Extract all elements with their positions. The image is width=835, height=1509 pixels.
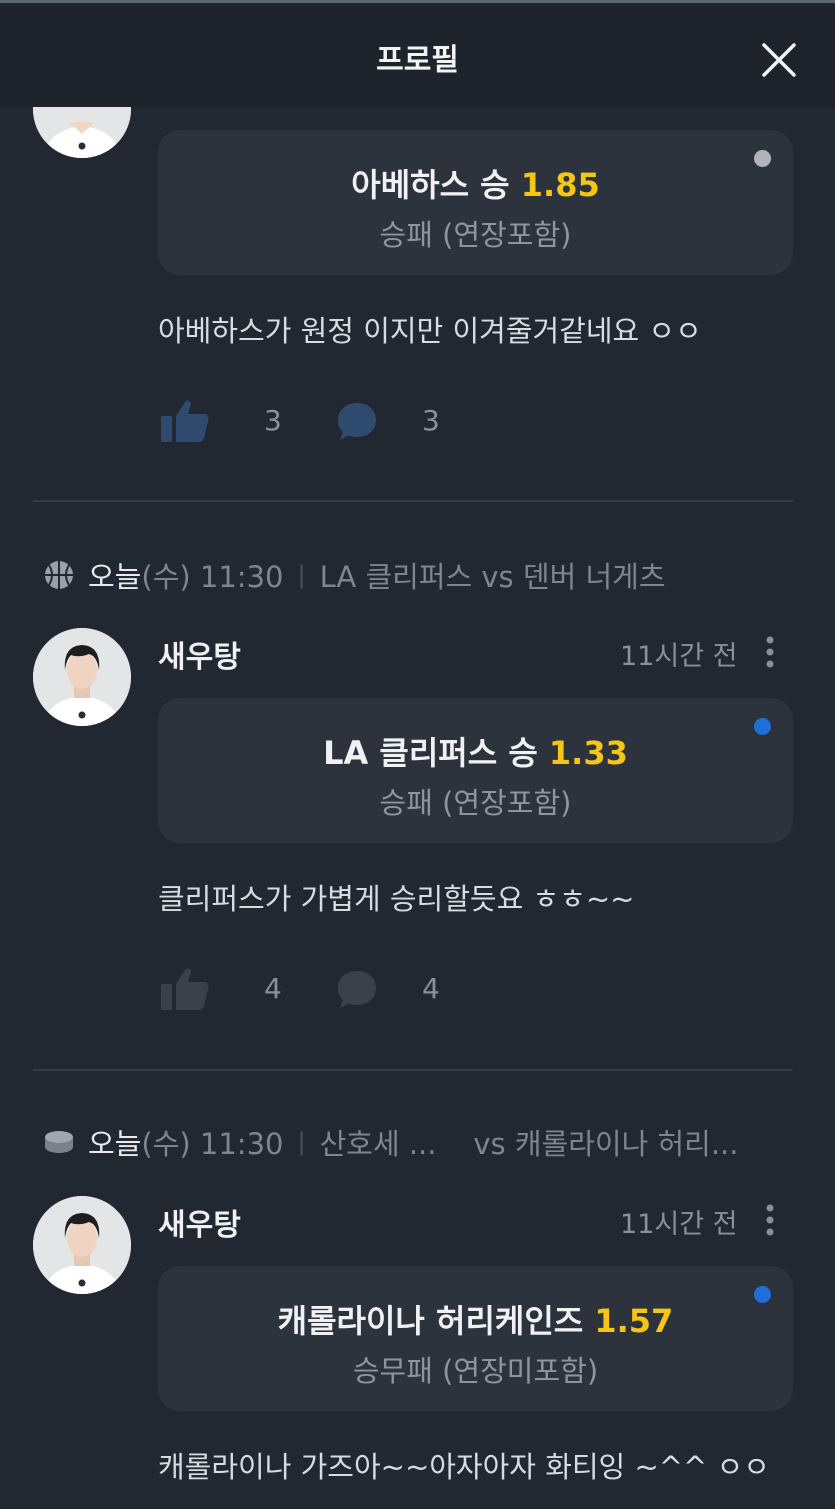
match-teams: 산호세 ... vs 캐롤라이나 허리... [319, 1127, 739, 1161]
bet-odds: 1.57 [594, 1302, 674, 1340]
bet-odds: 1.33 [548, 734, 628, 772]
close-icon[interactable] [760, 41, 798, 79]
bet-market: 승패 (연장포함) [379, 218, 572, 252]
comment-count: 3 [422, 404, 440, 437]
post-comment: 아베하스가 원정 이지만 이겨줄거같네요 ㅇㅇ [158, 314, 702, 348]
more-options-icon[interactable] [765, 1203, 775, 1237]
separator: | [297, 561, 306, 589]
basketball-icon [45, 561, 73, 589]
bet-status-dot [754, 718, 771, 735]
match-teams: LA 클리퍼스 vs 덴버 너게츠 [319, 560, 666, 594]
comment-bubble-icon[interactable] [336, 400, 378, 442]
username[interactable]: 새우탕 [158, 1200, 241, 1244]
match-time: (수) 11:30 [141, 560, 284, 594]
comment-count: 4 [422, 972, 440, 1005]
bet-selection: 아베하스 승 1.85 [351, 166, 600, 204]
profile-feed[interactable]: 아베하스 승 1.85 승패 (연장포함) 아베하스가 원정 이지만 이겨줄거같… [0, 0, 835, 1509]
bet-status-dot [754, 150, 771, 167]
avatar[interactable] [33, 1196, 131, 1294]
bet-odds: 1.85 [520, 166, 600, 204]
post-comment: 캐롤라이나 가즈아~~아자아자 화티잉 ~^^ ㅇㅇ [158, 1450, 770, 1484]
post-time: 11시간 전 [620, 1209, 738, 1240]
username[interactable]: 새우탕 [158, 632, 241, 676]
bet-card[interactable]: 아베하스 승 1.85 승패 (연장포함) [158, 130, 793, 275]
bet-market: 승패 (연장포함) [379, 786, 572, 820]
like-count: 3 [264, 404, 282, 437]
like-count: 4 [264, 972, 282, 1005]
like-icon[interactable] [161, 398, 211, 444]
post-time: 11시간 전 [620, 641, 738, 672]
bet-card[interactable]: LA 클리퍼스 승 1.33 승패 (연장포함) [158, 698, 793, 843]
modal-header: 프로필 [0, 3, 835, 107]
post-comment: 클리퍼스가 가볍게 승리할듯요 ㅎㅎ~~ [158, 882, 635, 916]
bet-selection: LA 클리퍼스 승 1.33 [323, 734, 628, 772]
match-day: 오늘 [88, 1127, 142, 1161]
more-options-icon[interactable] [765, 635, 775, 669]
avatar[interactable] [33, 628, 131, 726]
post-divider [33, 1069, 793, 1071]
match-info[interactable]: 오늘 (수) 11:30 | LA 클리퍼스 vs 덴버 너게츠 [44, 555, 666, 595]
post-divider [33, 500, 793, 502]
comment-bubble-icon[interactable] [336, 968, 378, 1010]
bet-selection: 캐롤라이나 허리케인즈 1.57 [277, 1302, 674, 1340]
hockey-puck-icon [45, 1131, 73, 1153]
match-day: 오늘 [88, 560, 142, 594]
like-icon[interactable] [161, 966, 211, 1012]
bet-card[interactable]: 캐롤라이나 허리케인즈 1.57 승무패 (연장미포함) [158, 1266, 793, 1411]
match-info[interactable]: 오늘 (수) 11:30 | 산호세 ... vs 캐롤라이나 허리... [44, 1122, 739, 1162]
match-time: (수) 11:30 [141, 1127, 284, 1161]
page-title: 프로필 [376, 43, 459, 78]
separator: | [297, 1128, 306, 1156]
bet-status-dot [754, 1286, 771, 1303]
bet-market: 승무패 (연장미포함) [352, 1354, 599, 1388]
